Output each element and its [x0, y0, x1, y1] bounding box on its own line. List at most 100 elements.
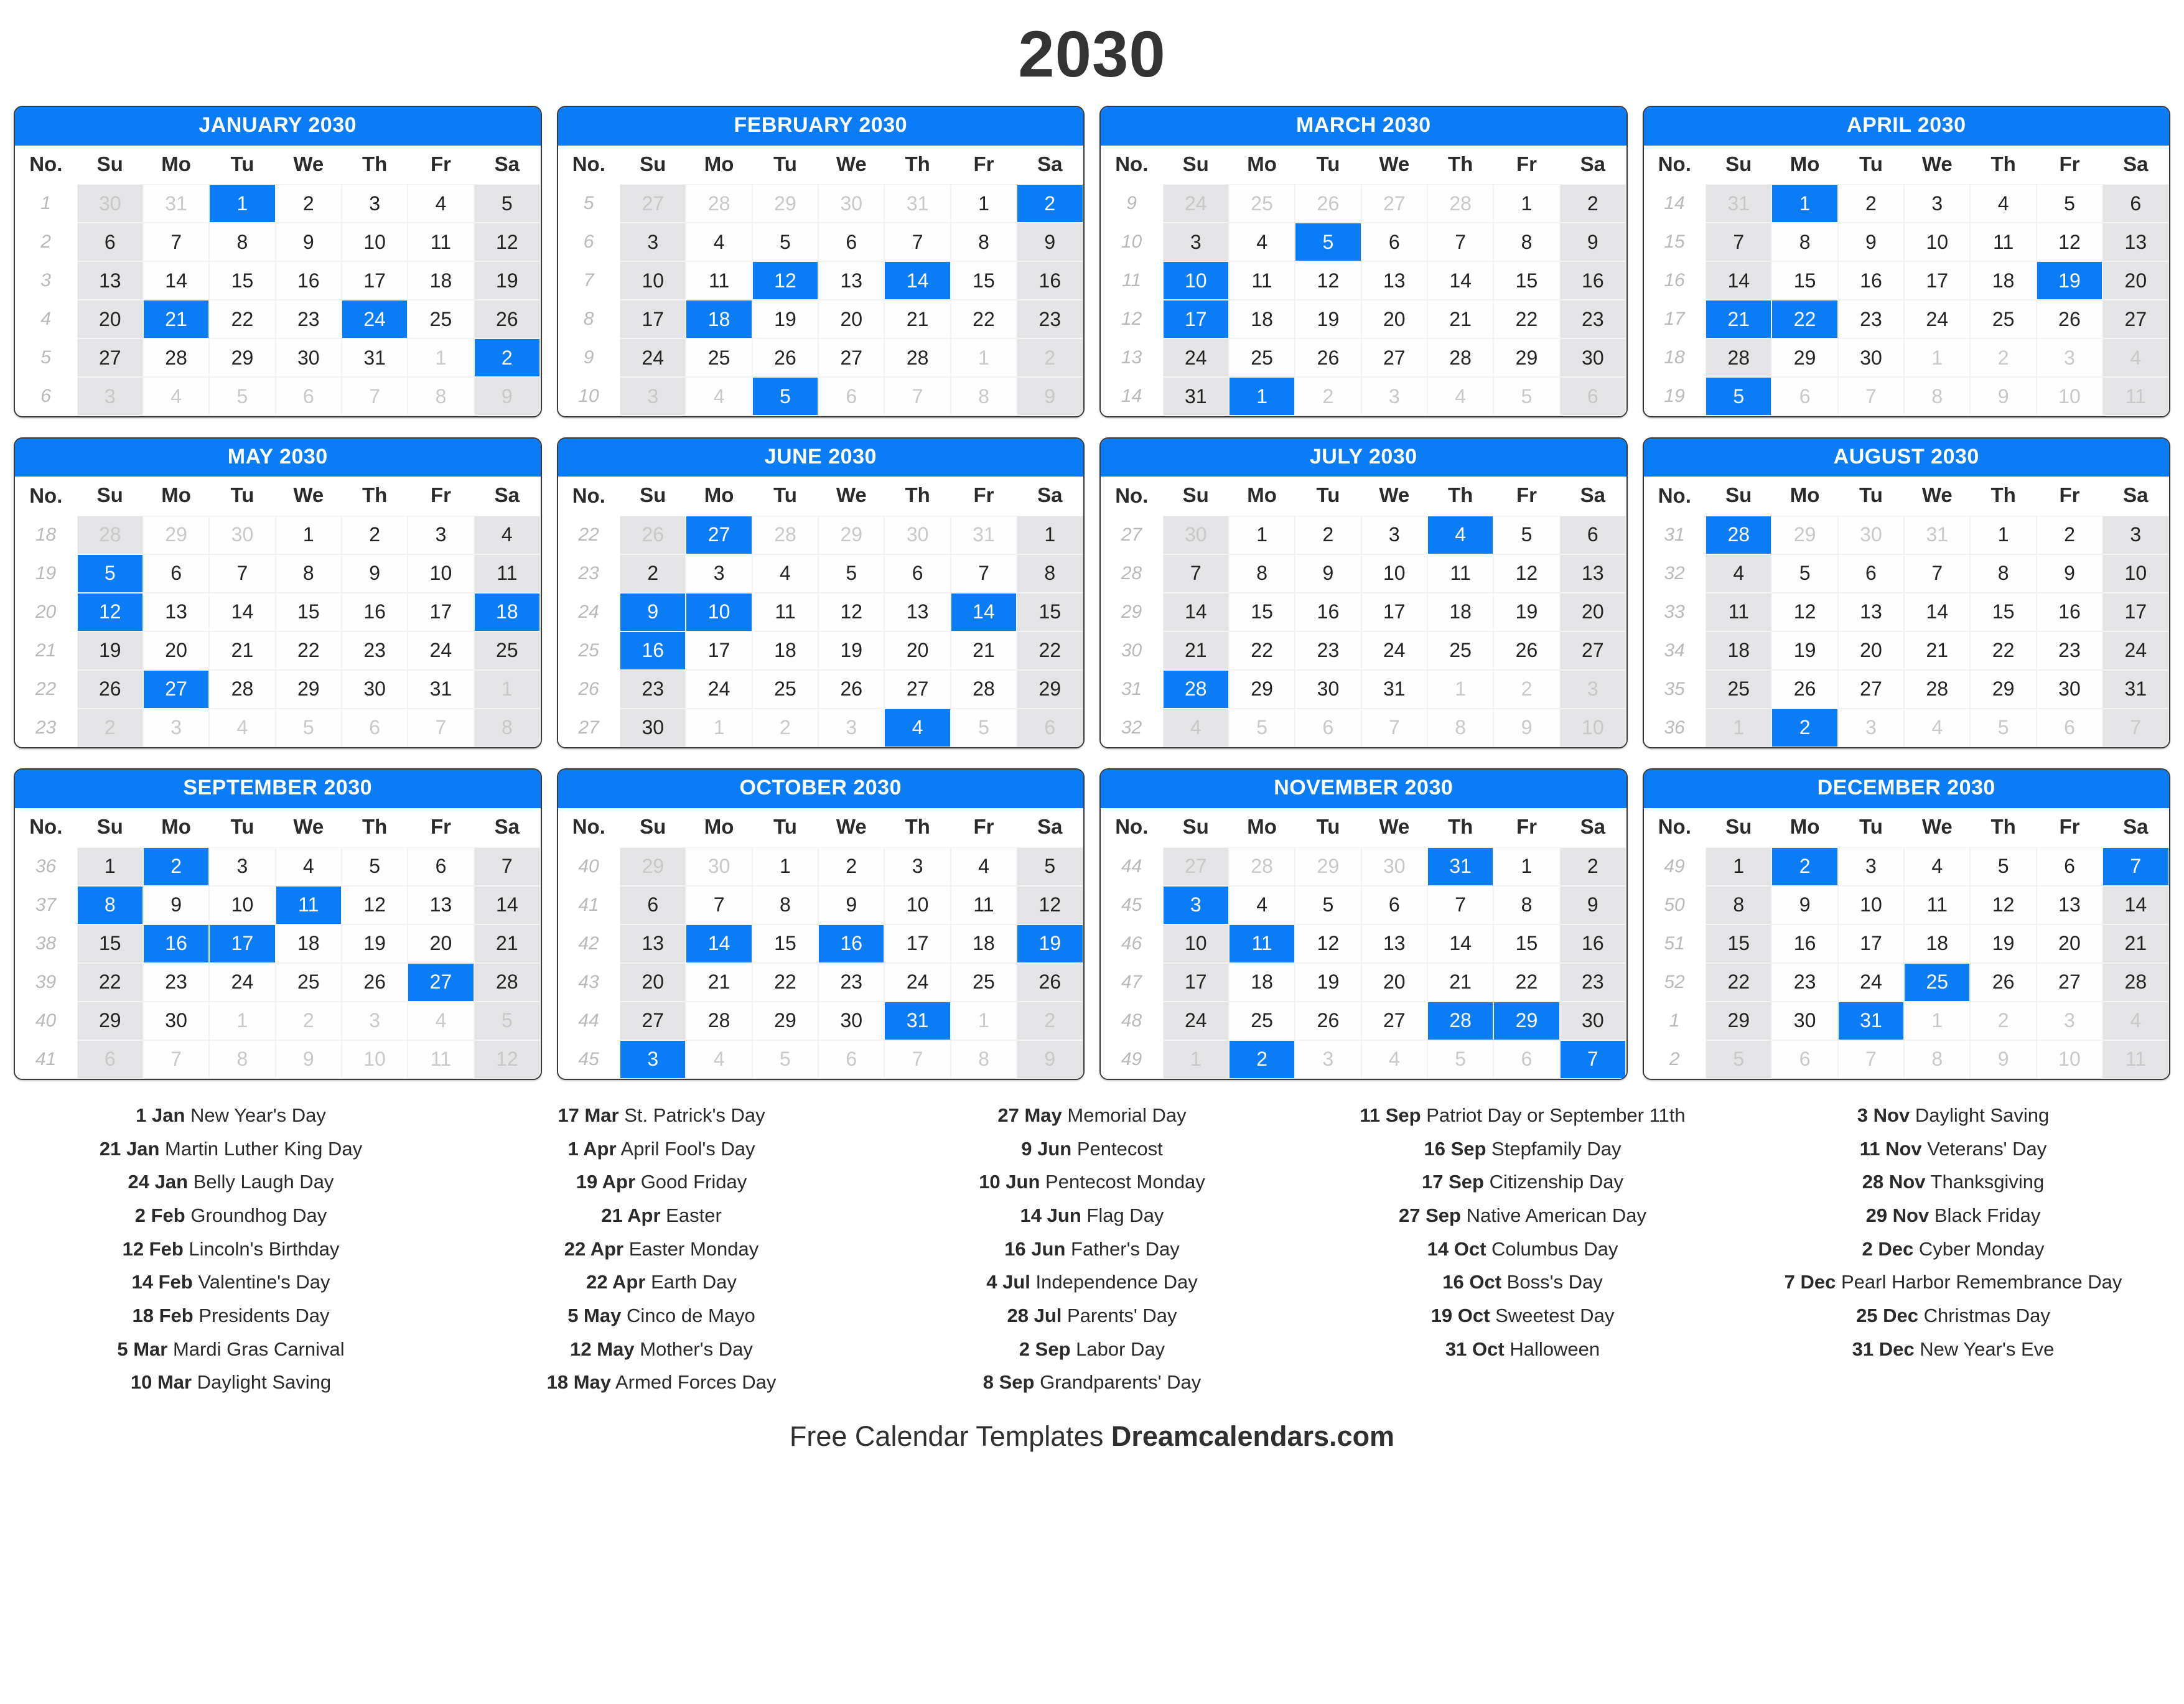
day-cell[interactable]: 27: [818, 338, 885, 378]
day-cell[interactable]: 14: [1705, 261, 1772, 300]
day-cell[interactable]: 18: [1427, 592, 1494, 632]
day-cell[interactable]: 26: [341, 962, 408, 1002]
day-cell-highlighted[interactable]: 11: [275, 885, 342, 925]
day-cell[interactable]: 7: [1903, 554, 1971, 594]
day-cell-adjacent-month[interactable]: 7: [884, 376, 951, 416]
day-cell-adjacent-month[interactable]: 7: [1837, 1040, 1905, 1079]
day-cell[interactable]: 10: [341, 222, 408, 262]
day-cell-highlighted[interactable]: 17: [1162, 299, 1230, 339]
day-cell-highlighted[interactable]: 4: [884, 708, 951, 748]
day-cell-adjacent-month[interactable]: 24: [1162, 184, 1230, 223]
day-cell[interactable]: 15: [1016, 592, 1084, 632]
day-cell[interactable]: 11: [407, 222, 475, 262]
day-cell-adjacent-month[interactable]: 3: [142, 708, 210, 748]
day-cell[interactable]: 30: [1294, 669, 1362, 709]
day-cell-adjacent-month[interactable]: 1: [474, 669, 541, 709]
day-cell[interactable]: 9: [818, 885, 885, 925]
day-cell-adjacent-month[interactable]: 9: [275, 1040, 342, 1079]
day-cell[interactable]: 11: [1427, 554, 1494, 594]
day-cell-adjacent-month[interactable]: 10: [1559, 708, 1626, 748]
day-cell[interactable]: 10: [1837, 885, 1905, 925]
day-cell[interactable]: 7: [208, 554, 276, 594]
day-cell-adjacent-month[interactable]: 8: [950, 376, 1017, 416]
day-cell-highlighted[interactable]: 19: [1016, 924, 1084, 964]
day-cell[interactable]: 28: [884, 338, 951, 378]
day-cell[interactable]: 19: [752, 299, 819, 339]
day-cell[interactable]: 16: [1837, 261, 1905, 300]
day-cell[interactable]: 24: [407, 631, 475, 671]
day-cell-adjacent-month[interactable]: 4: [1427, 376, 1494, 416]
day-cell[interactable]: 19: [1969, 924, 2037, 964]
day-cell-highlighted[interactable]: 7: [2102, 847, 2170, 887]
day-cell[interactable]: 7: [1162, 554, 1230, 594]
day-cell[interactable]: 29: [1016, 669, 1084, 709]
day-cell[interactable]: 4: [275, 847, 342, 887]
day-cell[interactable]: 16: [1294, 592, 1362, 632]
day-cell[interactable]: 13: [818, 261, 885, 300]
day-cell-highlighted[interactable]: 2: [1771, 708, 1839, 748]
day-cell-adjacent-month[interactable]: 27: [1162, 847, 1230, 887]
day-cell-highlighted[interactable]: 11: [1228, 924, 1295, 964]
day-cell-adjacent-month[interactable]: 6: [77, 1040, 144, 1079]
day-cell[interactable]: 24: [884, 962, 951, 1002]
day-cell[interactable]: 26: [752, 338, 819, 378]
day-cell[interactable]: 8: [1493, 222, 1561, 262]
day-cell[interactable]: 24: [619, 338, 686, 378]
day-cell[interactable]: 4: [1228, 885, 1295, 925]
day-cell[interactable]: 7: [142, 222, 210, 262]
day-cell-adjacent-month[interactable]: 6: [818, 1040, 885, 1079]
day-cell[interactable]: 18: [407, 261, 475, 300]
day-cell-adjacent-month[interactable]: 6: [818, 376, 885, 416]
day-cell-adjacent-month[interactable]: 2: [77, 708, 144, 748]
day-cell[interactable]: 7: [950, 554, 1017, 594]
day-cell[interactable]: 23: [1016, 299, 1084, 339]
day-cell[interactable]: 12: [818, 592, 885, 632]
day-cell-adjacent-month[interactable]: 9: [1969, 1040, 2037, 1079]
day-cell-adjacent-month[interactable]: 1: [685, 708, 753, 748]
day-cell-highlighted[interactable]: 31: [1837, 1001, 1905, 1041]
day-cell-adjacent-month[interactable]: 5: [474, 1001, 541, 1041]
day-cell-adjacent-month[interactable]: 4: [1361, 1040, 1428, 1079]
day-cell-adjacent-month[interactable]: 1: [950, 1001, 1017, 1041]
day-cell-highlighted[interactable]: 7: [1559, 1040, 1626, 1079]
day-cell[interactable]: 14: [208, 592, 276, 632]
day-cell-adjacent-month[interactable]: 10: [2036, 1040, 2103, 1079]
day-cell[interactable]: 30: [1771, 1001, 1839, 1041]
day-cell[interactable]: 18: [1228, 962, 1295, 1002]
day-cell[interactable]: 3: [1361, 515, 1428, 555]
day-cell[interactable]: 6: [77, 222, 144, 262]
day-cell-adjacent-month[interactable]: 4: [685, 1040, 753, 1079]
day-cell[interactable]: 26: [818, 669, 885, 709]
day-cell[interactable]: 21: [208, 631, 276, 671]
day-cell-highlighted[interactable]: 18: [474, 592, 541, 632]
day-cell[interactable]: 30: [275, 338, 342, 378]
day-cell-adjacent-month[interactable]: 5: [1493, 376, 1561, 416]
day-cell[interactable]: 5: [2036, 184, 2103, 223]
day-cell[interactable]: 10: [884, 885, 951, 925]
day-cell[interactable]: 3: [884, 847, 951, 887]
day-cell-adjacent-month[interactable]: 26: [619, 515, 686, 555]
day-cell[interactable]: 7: [1427, 222, 1494, 262]
day-cell[interactable]: 24: [685, 669, 753, 709]
day-cell[interactable]: 3: [341, 184, 408, 223]
day-cell[interactable]: 29: [275, 669, 342, 709]
day-cell-adjacent-month[interactable]: 28: [77, 515, 144, 555]
day-cell[interactable]: 22: [950, 299, 1017, 339]
day-cell[interactable]: 17: [1837, 924, 1905, 964]
day-cell[interactable]: 15: [275, 592, 342, 632]
day-cell[interactable]: 29: [1705, 1001, 1772, 1041]
day-cell-adjacent-month[interactable]: 31: [884, 184, 951, 223]
day-cell[interactable]: 21: [1162, 631, 1230, 671]
day-cell[interactable]: 26: [1294, 338, 1362, 378]
day-cell[interactable]: 19: [474, 261, 541, 300]
day-cell[interactable]: 4: [752, 554, 819, 594]
day-cell[interactable]: 10: [1903, 222, 1971, 262]
day-cell[interactable]: 13: [884, 592, 951, 632]
day-cell[interactable]: 10: [619, 261, 686, 300]
day-cell-adjacent-month[interactable]: 4: [407, 1001, 475, 1041]
day-cell-adjacent-month[interactable]: 4: [1903, 708, 1971, 748]
day-cell[interactable]: 19: [77, 631, 144, 671]
day-cell[interactable]: 12: [1969, 885, 2037, 925]
day-cell[interactable]: 20: [1361, 962, 1428, 1002]
day-cell[interactable]: 6: [818, 222, 885, 262]
